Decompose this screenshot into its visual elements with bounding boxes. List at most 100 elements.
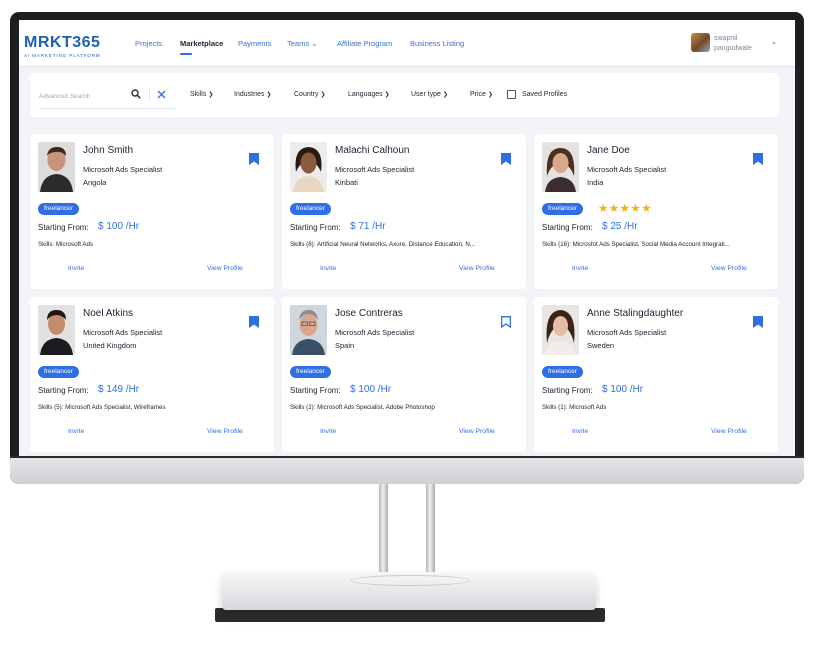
skills-text: Skills (1): Microsoft Ads [542,404,607,411]
close-icon[interactable] [157,90,166,99]
view-profile-button[interactable]: View Profile [459,428,495,435]
filter-user-type[interactable]: User type ❯ [411,91,448,98]
saved-profiles-checkbox[interactable] [507,90,516,99]
freelancer-badge: freelancer [38,366,79,378]
profile-country: India [587,178,604,187]
nav-affiliate-program[interactable]: Affiliate Program [337,39,392,48]
bookmark-filled-icon[interactable] [753,153,763,165]
skills-text: Skills (5): Microsoft Ads Specialist, Wi… [38,404,166,411]
chevron-down-icon: ❯ [384,92,390,98]
view-profile-button[interactable]: View Profile [207,428,243,435]
monitor-stand-right [426,484,435,584]
profile-country: Sweden [587,341,615,350]
price-label: Starting From: [290,223,341,232]
skills-text: Skills (2): Microsoft Ads Specialist, Ad… [290,404,435,411]
nav-marketplace[interactable]: Marketplace [180,39,223,48]
profile-role: Microsoft Ads Specialist [83,328,163,337]
search-icon[interactable] [131,89,141,99]
logo-tagline: AI MARKETING PLATFORM [24,53,101,58]
search-input[interactable] [39,86,159,106]
view-profile-button[interactable]: View Profile [207,265,243,272]
skills-text: Skills (8): Artificial Neural Networks, … [290,241,476,248]
profile-name: Jose Contreras [335,308,403,319]
price-value: $ 149 /Hr [98,384,140,395]
monitor-base [222,572,596,610]
star-rating: ★★★★★ [598,203,653,215]
chevron-down-icon: ❯ [487,92,493,98]
monitor-stand-left [379,484,388,584]
user-last-name: pangudwale [714,45,752,52]
freelancer-badge: freelancer [290,366,331,378]
invite-button[interactable]: Invite [572,428,588,435]
profile-name: Jane Doe [587,145,630,156]
price-value: $ 100 /Hr [350,384,392,395]
price-value: $ 100 /Hr [602,384,644,395]
monitor-chin [10,456,804,484]
profile-photo [38,142,75,192]
bookmark-filled-icon[interactable] [501,153,511,165]
invite-button[interactable]: Invite [68,428,84,435]
profile-country: Spain [335,341,355,350]
bookmark-filled-icon[interactable] [249,316,259,328]
profile-country: United Kingdom [83,341,137,350]
profile-name: John Smith [83,145,134,156]
nav-business-listing[interactable]: Business Listing [410,39,464,48]
price-value: $ 71 /Hr [350,221,386,232]
invite-button[interactable]: Invite [572,265,588,272]
profile-country: Kiribati [335,178,358,187]
profile-card: John Smith Microsoft Ads Specialist Ango… [30,134,274,289]
nav-payments[interactable]: Payments [238,39,271,48]
view-profile-button[interactable]: View Profile [711,428,747,435]
profile-photo [542,142,579,192]
profile-photo [290,142,327,192]
nav-teams-label: Teams [287,39,310,48]
chevron-down-icon[interactable]: ⌄ [771,38,777,46]
filter-skills-label: Skills [190,91,207,98]
profile-name: Noel Atkins [83,308,134,319]
nav-projects[interactable]: Projects [135,39,162,48]
view-profile-button[interactable]: View Profile [459,265,495,272]
nav-teams[interactable]: Teams ⌄ [287,39,317,48]
chevron-down-icon: ❯ [208,92,214,98]
view-profile-button[interactable]: View Profile [711,265,747,272]
bookmark-filled-icon[interactable] [249,153,259,165]
monitor-base-edge [215,608,605,622]
price-label: Starting From: [542,223,593,232]
invite-button[interactable]: Invite [68,265,84,272]
freelancer-badge: freelancer [38,203,79,215]
profile-name: Malachi Calhoun [335,145,410,156]
filter-industries-label: Industries [234,91,265,98]
profile-photo [38,305,75,355]
chevron-down-icon: ❯ [442,92,448,98]
profile-country: Angola [83,178,107,187]
filter-price[interactable]: Price ❯ [470,91,493,98]
filter-languages[interactable]: Languages ❯ [348,91,390,98]
filter-user-type-label: User type [411,91,441,98]
invite-button[interactable]: Invite [320,265,336,272]
price-label: Starting From: [290,386,341,395]
filter-price-label: Price [470,91,486,98]
filter-country-label: Country [294,91,319,98]
skills-text: Skills: Microsoft Ads [38,241,94,248]
profile-card: Jane Doe Microsoft Ads Specialist India … [534,134,778,289]
profile-card: Jose Contreras Microsoft Ads Specialist … [282,297,526,452]
saved-profiles-label[interactable]: Saved Profiles [522,91,567,98]
user-name[interactable]: swapnil pangudwale [714,34,752,54]
bookmark-outline-icon[interactable] [501,316,511,328]
filter-industries[interactable]: Industries ❯ [234,91,271,98]
user-first-name: swapnil [714,35,738,42]
skills-text: Skills (16): Microsfot Ads Specialist, S… [542,241,730,248]
filter-country[interactable]: Country ❯ [294,91,326,98]
user-avatar[interactable] [691,33,710,52]
profile-role: Microsoft Ads Specialist [335,165,415,174]
price-label: Starting From: [542,386,593,395]
price-label: Starting From: [38,386,89,395]
brand-logo[interactable]: MRKT365 AI MARKETING PLATFORM [24,34,101,58]
invite-button[interactable]: Invite [320,428,336,435]
bookmark-filled-icon[interactable] [753,316,763,328]
search-underline [39,108,175,109]
price-label: Starting From: [38,223,89,232]
profile-role: Microsoft Ads Specialist [83,165,163,174]
filter-skills[interactable]: Skills ❯ [190,91,213,98]
profile-role: Microsoft Ads Specialist [335,328,415,337]
